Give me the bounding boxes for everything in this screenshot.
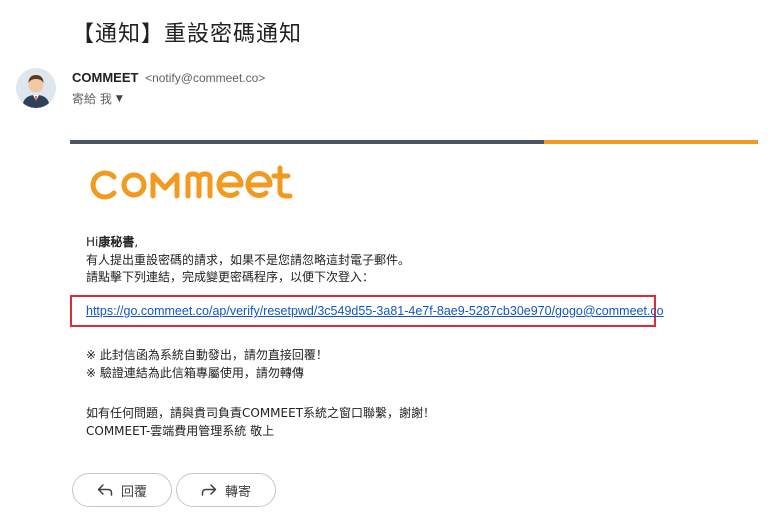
body-line-1: 有人提出重設密碼的請求，如果不是您請忽略這封電子郵件。 <box>86 252 411 267</box>
greeting-name: 康秘書 <box>98 235 135 249</box>
sender-avatar[interactable] <box>16 68 56 108</box>
reset-link-highlight: https://go.commeet.co/ap/verify/resetpwd… <box>70 295 664 327</box>
sender-name: COMMEET <box>72 70 139 85</box>
email-body: Hi康秘書, 有人提出重設密碼的請求，如果不是您請忽略這封電子郵件。 請點擊下列… <box>70 140 760 438</box>
note-auto-sent: ※ 此封信函為系統自動發出，請勿直接回覆！ <box>86 348 328 362</box>
reply-arrow-icon <box>97 484 113 496</box>
greeting-suffix: , <box>134 235 139 249</box>
forward-button[interactable]: 轉寄 <box>176 473 276 507</box>
chevron-down-icon: ▼ <box>115 93 123 104</box>
sender-line: COMMEET <notify@commeet.co> <box>72 70 265 85</box>
header-bar-accent <box>544 140 758 144</box>
closing-block: 如有任何問題，請與貴司負責COMMEET系統之窗口聯繫，謝謝！ COMMEET-… <box>86 404 435 440</box>
header-bar-dark <box>70 140 544 144</box>
reset-password-link[interactable]: https://go.commeet.co/ap/verify/resetpwd… <box>86 304 664 318</box>
notes-block: ※ 此封信函為系統自動發出，請勿直接回覆！ ※ 驗證連結為此信箱專屬使用，請勿轉… <box>86 346 328 382</box>
recipient-label: 寄給 我 <box>72 92 112 106</box>
reply-button[interactable]: 回覆 <box>72 473 172 507</box>
commeet-logo-icon <box>90 165 293 200</box>
forward-label: 轉寄 <box>224 484 251 500</box>
greeting-prefix: Hi <box>86 235 99 249</box>
forward-arrow-icon <box>201 484 217 496</box>
greeting-block: Hi康秘書, 有人提出重設密碼的請求，如果不是您請忽略這封電子郵件。 請點擊下列… <box>86 234 410 287</box>
closing-signature: COMMEET-雲端費用管理系統 敬上 <box>86 424 275 438</box>
recipient-dropdown[interactable]: 寄給 我 ▼ <box>72 90 123 107</box>
sender-email: <notify@commeet.co> <box>145 71 266 85</box>
email-subject: 【通知】重設密碼通知 <box>72 22 303 47</box>
greeting-line: Hi康秘書, <box>86 234 410 252</box>
note-link-exclusive: ※ 驗證連結為此信箱專屬使用，請勿轉傳 <box>86 366 304 380</box>
reply-label: 回覆 <box>120 484 147 500</box>
closing-contact: 如有任何問題，請與貴司負責COMMEET系統之窗口聯繫，謝謝！ <box>86 406 436 420</box>
body-line-2: 請點擊下列連結，完成變更密碼程序，以便下次登入： <box>86 270 375 284</box>
brand-header-bar <box>70 140 758 144</box>
commeet-logo <box>86 160 296 204</box>
avatar-person-icon <box>16 68 56 108</box>
